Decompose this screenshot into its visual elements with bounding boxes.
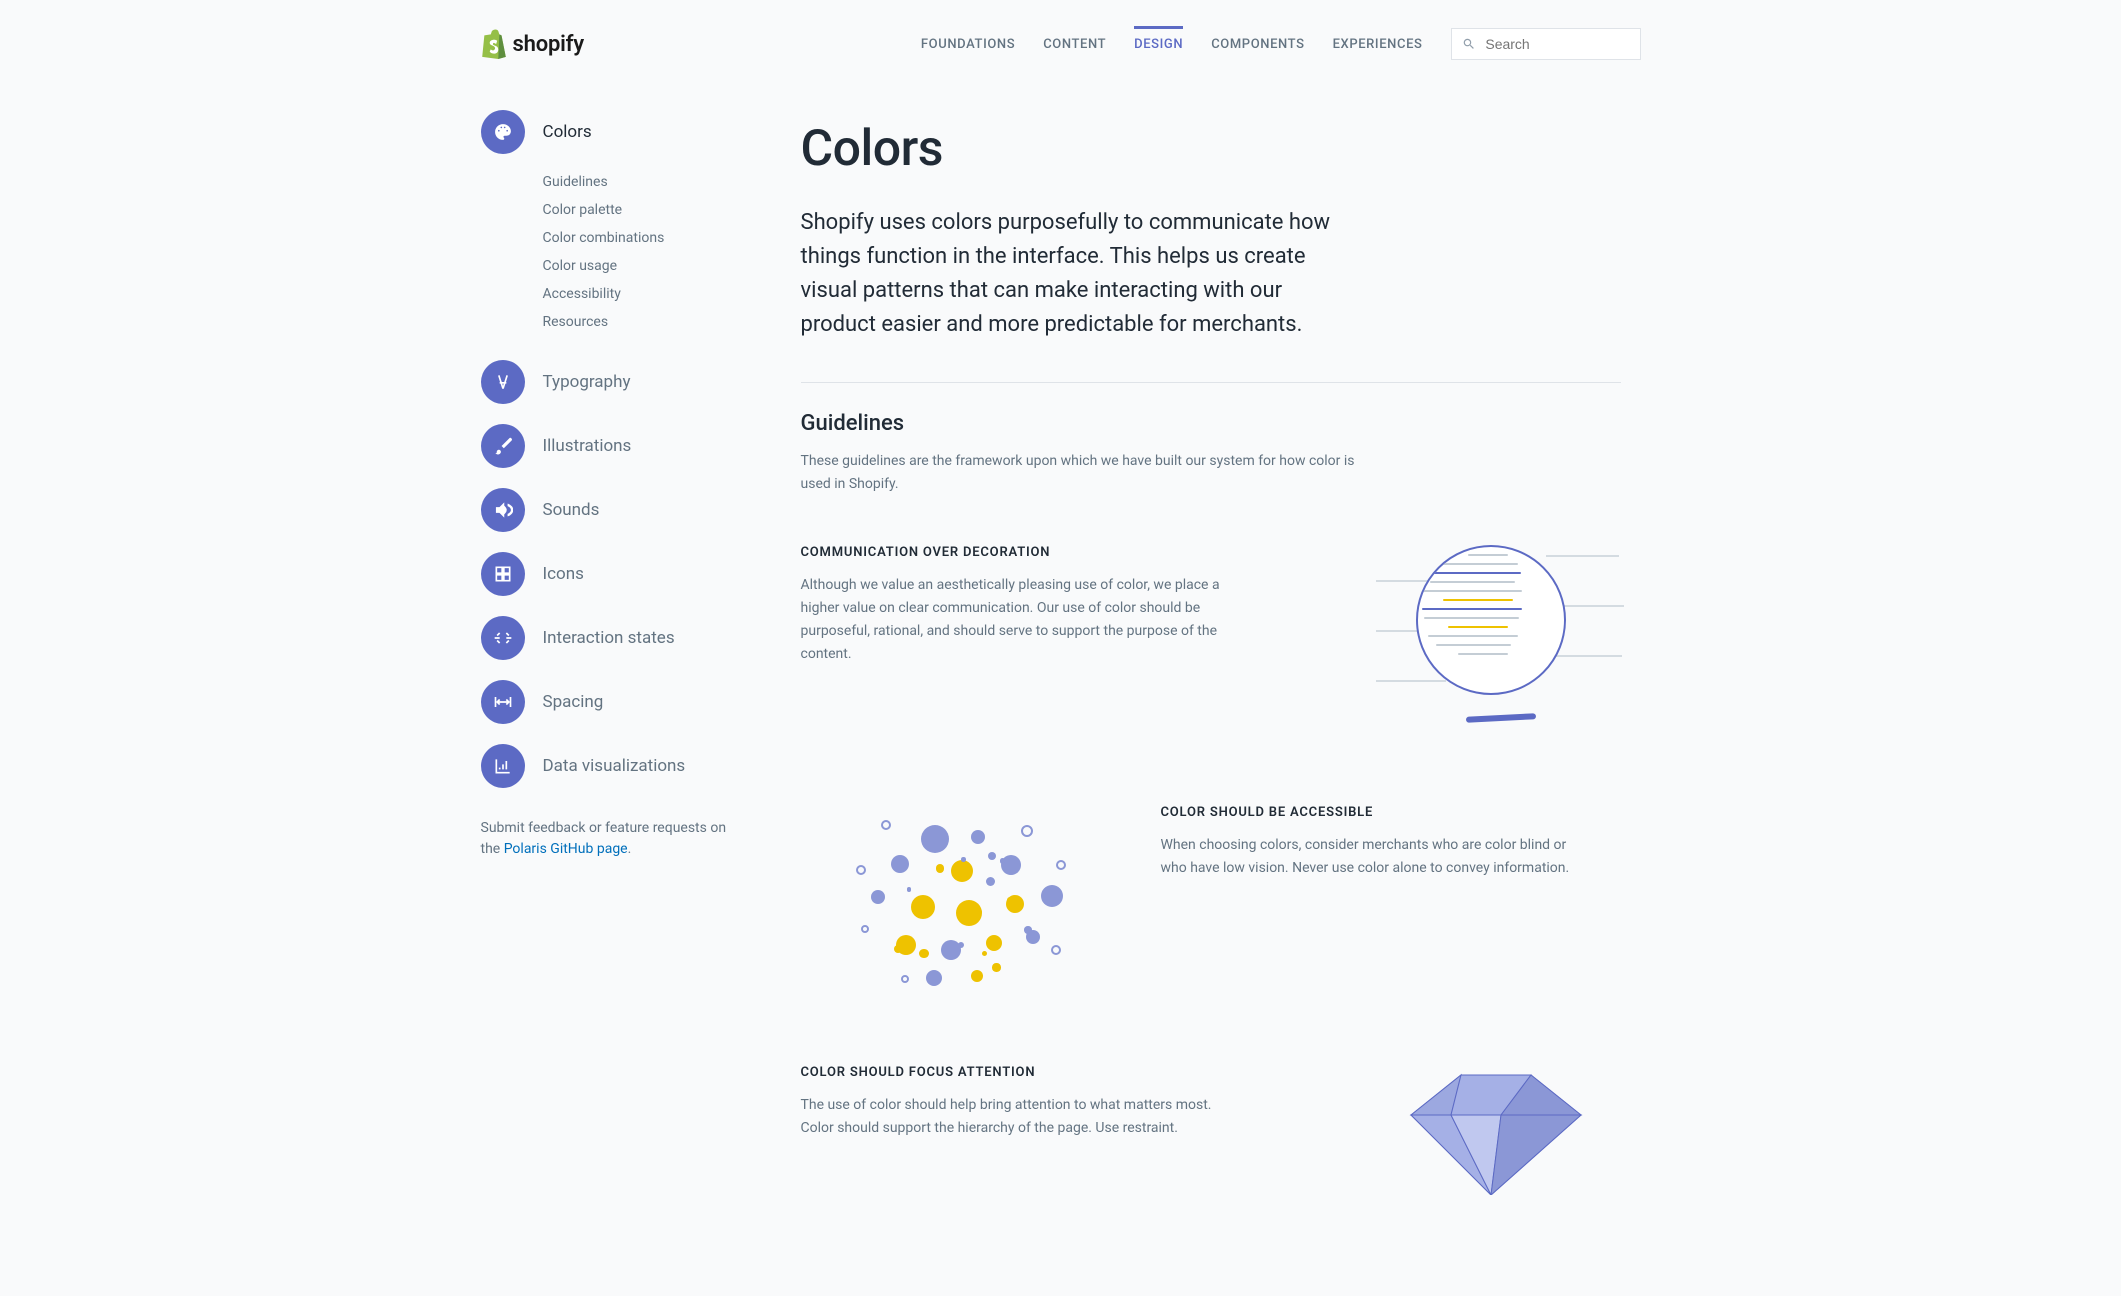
- sidebar-item-label: Icons: [543, 564, 584, 584]
- nav-design[interactable]: DESIGN: [1134, 26, 1183, 52]
- sidebar-item-sounds[interactable]: Sounds: [481, 478, 741, 542]
- sidebar-sub-color-combinations[interactable]: Color combinations: [543, 224, 741, 252]
- sidebar-item-colors[interactable]: Colors: [481, 100, 741, 164]
- sidebar-item-icons[interactable]: Icons: [481, 542, 741, 606]
- gem-illustration: [1371, 1065, 1611, 1195]
- sidebar-item-spacing[interactable]: Spacing: [481, 670, 741, 734]
- sidebar-item-label: Data visualizations: [543, 756, 686, 776]
- palette-icon: [481, 110, 525, 154]
- guideline-block: COLOR SHOULD BE ACCESSIBLE When choosing …: [801, 805, 1621, 995]
- spacing-icon: [481, 680, 525, 724]
- grid-icon: [481, 552, 525, 596]
- sidebar-footer: Submit feedback or feature requests on t…: [481, 818, 741, 860]
- search-box[interactable]: [1451, 28, 1641, 60]
- brush-icon: [481, 424, 525, 468]
- nav-components[interactable]: COMPONENTS: [1211, 37, 1304, 52]
- block-body: The use of color should help bring atten…: [801, 1094, 1231, 1140]
- sidebar-item-illustrations[interactable]: Illustrations: [481, 414, 741, 478]
- brand-name: shopify: [513, 32, 584, 57]
- interaction-icon: [481, 616, 525, 660]
- sidebar-item-label: Typography: [543, 372, 631, 392]
- sidebar-item-label: Colors: [543, 122, 592, 142]
- sidebar-sub-resources[interactable]: Resources: [543, 308, 741, 336]
- sidebar-item-label: Illustrations: [543, 436, 632, 456]
- block-eyebrow: COMMUNICATION OVER DECORATION: [801, 545, 1321, 560]
- sidebar-item-data-visualizations[interactable]: Data visualizations: [481, 734, 741, 798]
- top-bar: shopify FOUNDATIONS CONTENT DESIGN COMPONEN…: [481, 0, 1641, 70]
- sidebar-item-label: Sounds: [543, 500, 600, 520]
- nav-content[interactable]: CONTENT: [1043, 37, 1106, 52]
- sidebar-sub-guidelines[interactable]: Guidelines: [543, 168, 741, 196]
- search-icon: [1462, 36, 1476, 52]
- magnifier-illustration: [1406, 545, 1576, 735]
- block-body: Although we value an aesthetically pleas…: [801, 574, 1231, 666]
- section-subtext: These guidelines are the framework upon …: [801, 450, 1361, 495]
- chart-icon: [481, 744, 525, 788]
- sidebar: Colors GuidelinesColor paletteColor combi…: [481, 100, 741, 1265]
- brand-logo[interactable]: shopify: [481, 29, 584, 59]
- main-content: Colors Shopify uses colors purposefully …: [801, 100, 1621, 1265]
- block-eyebrow: COLOR SHOULD FOCUS ATTENTION: [801, 1065, 1321, 1080]
- nav-foundations[interactable]: FOUNDATIONS: [921, 37, 1015, 52]
- type-icon: [481, 360, 525, 404]
- primary-nav: FOUNDATIONS CONTENT DESIGN COMPONENTS EXPERI…: [921, 28, 1641, 60]
- page-lead: Shopify uses colors purposefully to comm…: [801, 206, 1361, 342]
- sound-icon: [481, 488, 525, 532]
- block-eyebrow: COLOR SHOULD BE ACCESSIBLE: [1161, 805, 1621, 820]
- sidebar-sub-accessibility[interactable]: Accessibility: [543, 280, 741, 308]
- guideline-block: COLOR SHOULD FOCUS ATTENTION The use of c…: [801, 1065, 1621, 1195]
- guideline-block: COMMUNICATION OVER DECORATION Although we…: [801, 545, 1621, 735]
- sidebar-item-label: Spacing: [543, 692, 604, 712]
- section-heading: Guidelines: [801, 411, 1621, 436]
- divider: [801, 382, 1621, 383]
- search-input[interactable]: [1483, 35, 1629, 53]
- github-link[interactable]: Polaris GitHub page: [504, 841, 628, 857]
- sidebar-item-interaction-states[interactable]: Interaction states: [481, 606, 741, 670]
- sidebar-item-typography[interactable]: Typography: [481, 350, 741, 414]
- shopify-bag-icon: [481, 29, 507, 59]
- block-body: When choosing colors, consider merchants…: [1161, 834, 1591, 880]
- nav-experiences[interactable]: EXPERIENCES: [1333, 37, 1423, 52]
- sidebar-item-label: Interaction states: [543, 628, 675, 648]
- page-title: Colors: [801, 120, 1621, 178]
- sidebar-sub-color-palette[interactable]: Color palette: [543, 196, 741, 224]
- sidebar-sub-color-usage[interactable]: Color usage: [543, 252, 741, 280]
- dots-illustration: [841, 805, 1081, 995]
